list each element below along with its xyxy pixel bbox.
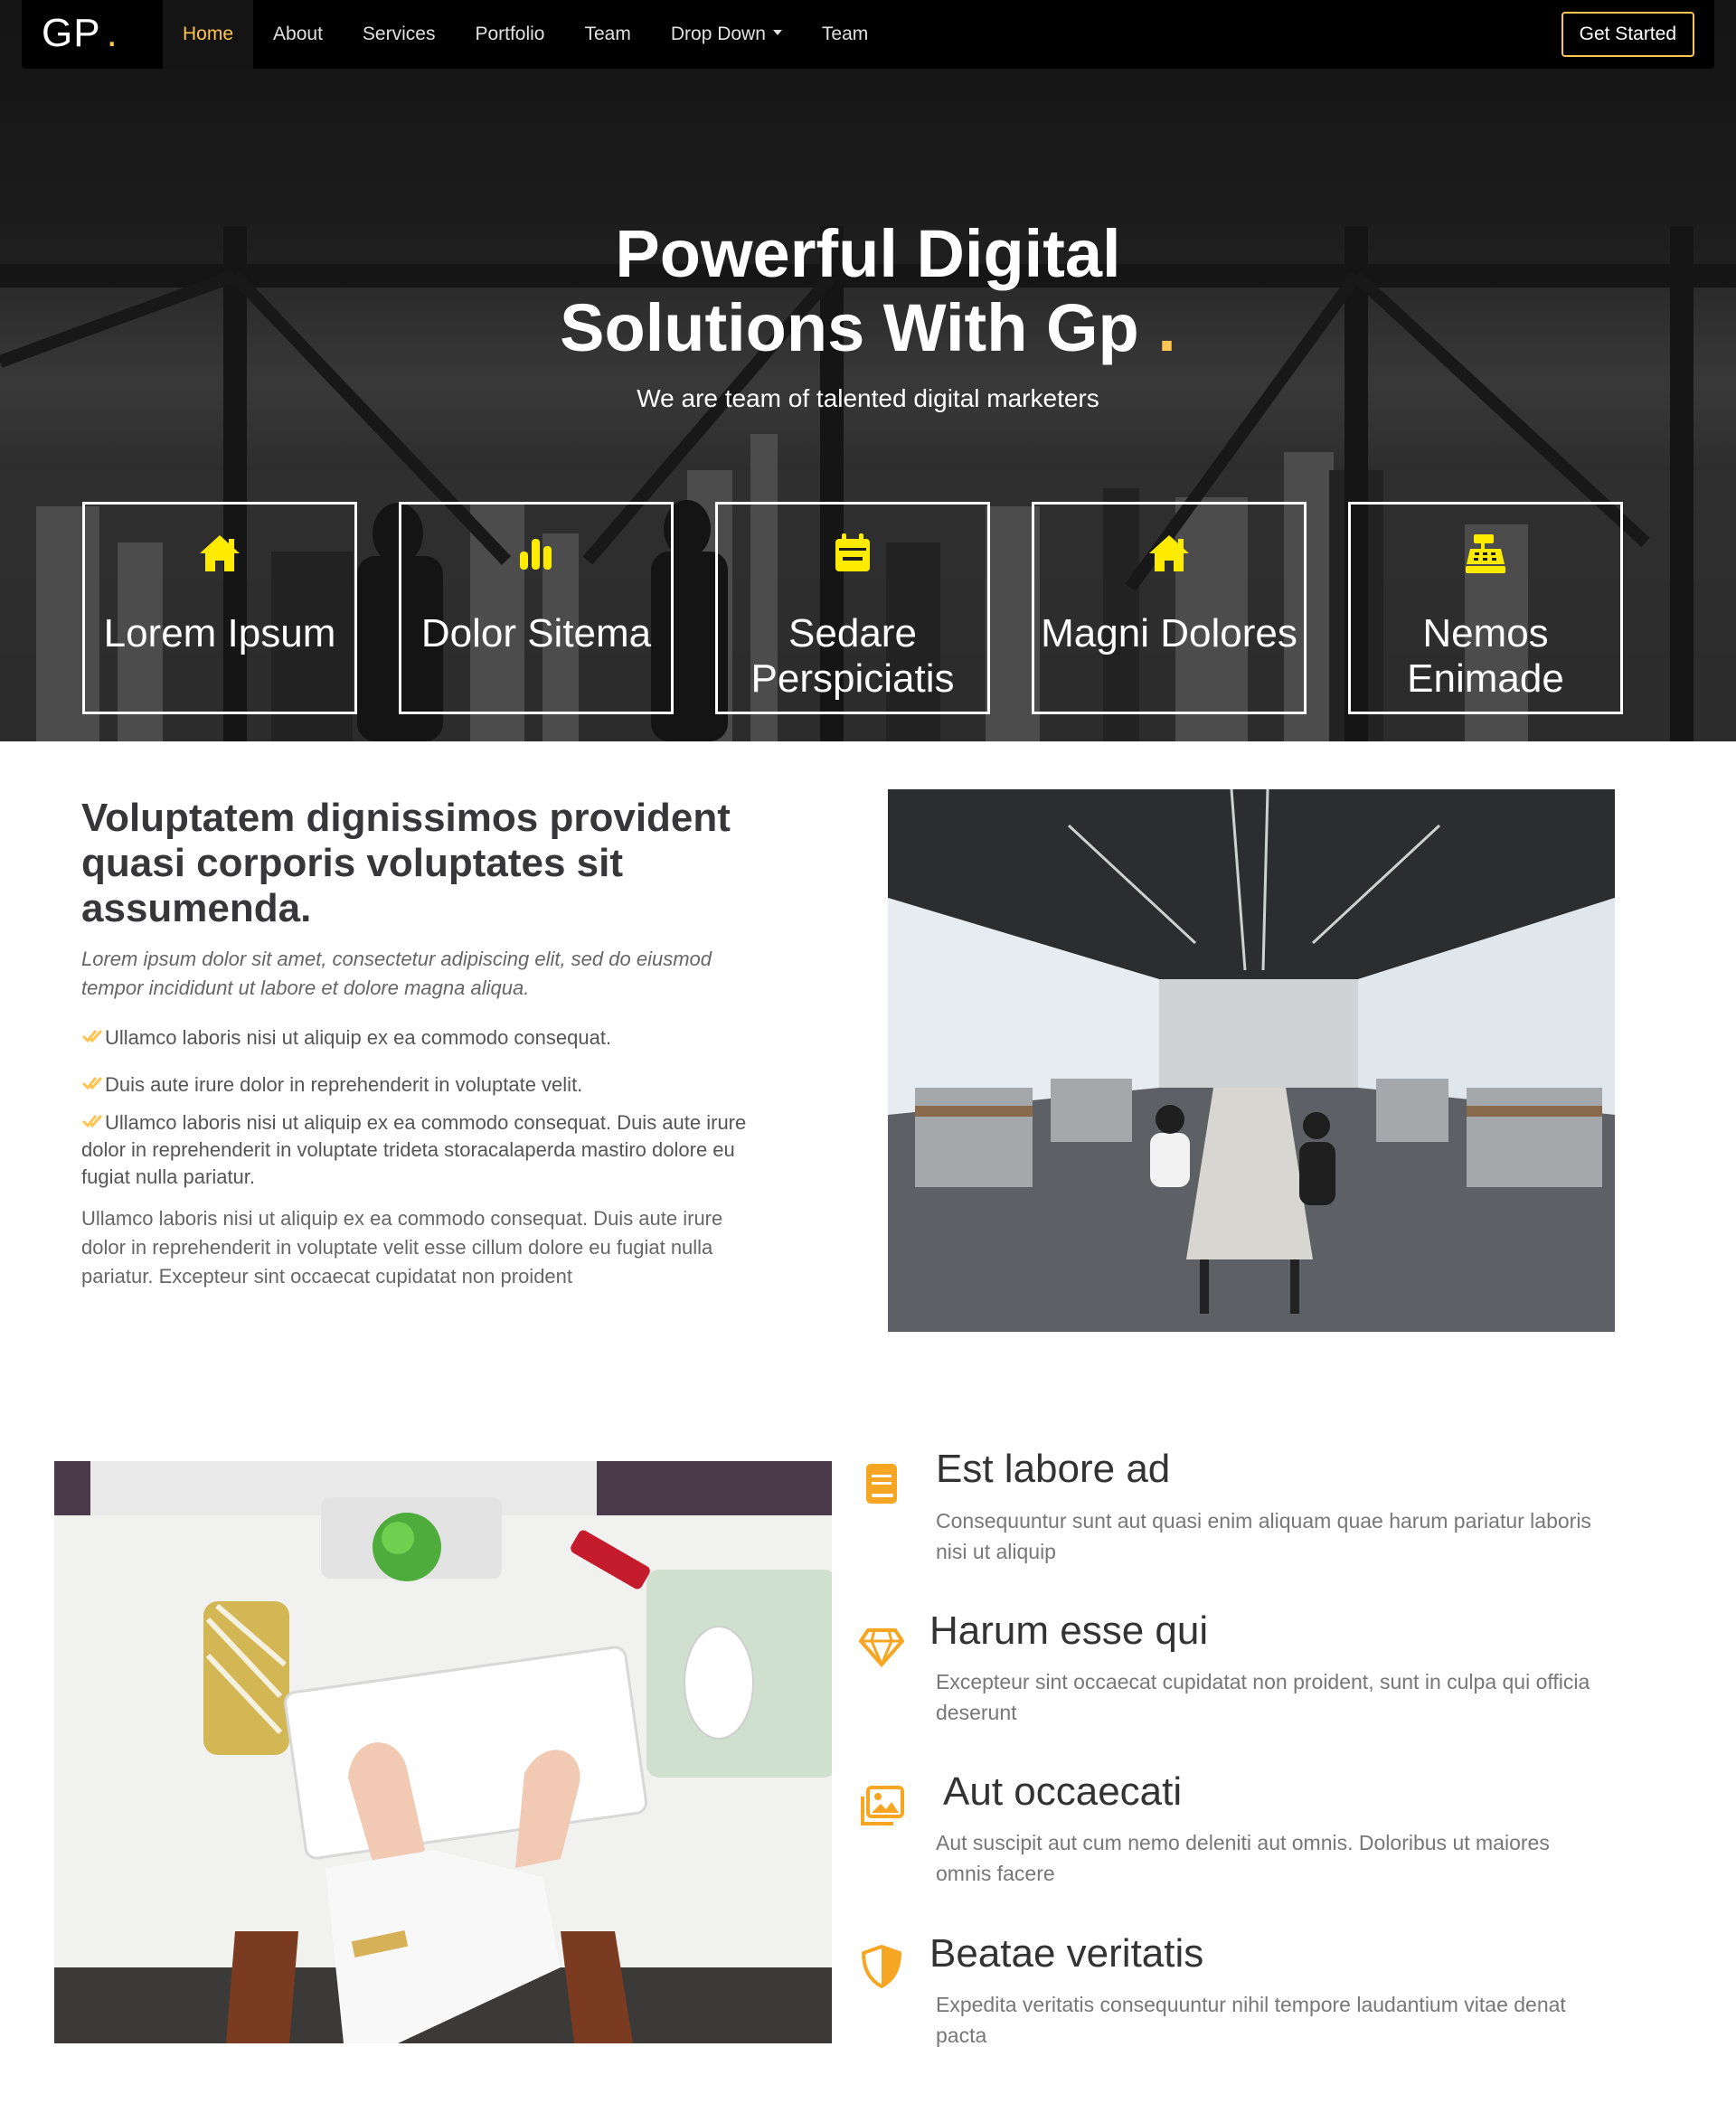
hero-title: Powerful Digital Solutions With Gp . xyxy=(560,216,1176,365)
desk-workspace-photo xyxy=(54,1461,832,2043)
feature-title: Beatae veritatis xyxy=(929,1931,1204,1976)
about-paragraph: Ullamco laboris nisi ut aliquip ex ea co… xyxy=(81,1207,723,1288)
home-icon xyxy=(1034,532,1304,575)
nav-services[interactable]: Services xyxy=(343,0,456,69)
feature-description: Consequuntur sunt aut quasi enim aliquam… xyxy=(936,1509,1591,1563)
feature-description: Expedita veritatis consequuntur nihil te… xyxy=(936,1993,1566,2047)
diamond-icon xyxy=(859,1628,904,1668)
feature-description: Excepteur sint occaecat cupidatat non pr… xyxy=(936,1670,1590,1724)
book-icon xyxy=(866,1464,897,1504)
feature-title: Est labore ad xyxy=(936,1447,1171,1491)
feature-title: Harum esse qui xyxy=(929,1608,1209,1653)
hero-box-lorem-ipsum[interactable]: Lorem Ipsum xyxy=(82,502,357,714)
nav-dropdown[interactable]: Drop Down xyxy=(651,0,802,69)
shield-icon xyxy=(862,1945,901,1988)
double-check-icon xyxy=(81,1114,103,1128)
hero-box-dolor-sitema[interactable]: Dolor Sitema xyxy=(399,502,674,714)
calendar-icon xyxy=(718,532,987,575)
feature-title: Aut occaecati xyxy=(943,1769,1183,1814)
images-icon xyxy=(861,1786,904,1825)
check-text: Ullamco laboris nisi ut aliquip ex ea co… xyxy=(105,1026,612,1049)
home-icon xyxy=(85,532,354,575)
nav-portfolio[interactable]: Portfolio xyxy=(455,0,564,69)
double-check-icon xyxy=(81,1076,103,1090)
hero-box-nemos-enimade[interactable]: Nemos Enimade xyxy=(1348,502,1623,714)
hero-box-title: Dolor Sitema xyxy=(420,611,652,656)
hero-box-title: Magni Dolores xyxy=(1041,611,1297,656)
check-text: Duis aute irure dolor in reprehenderit i… xyxy=(105,1073,583,1096)
check-text: Ullamco laboris nisi ut aliquip ex ea co… xyxy=(81,1111,747,1188)
nav-team-2[interactable]: Team xyxy=(802,0,888,69)
chevron-down-icon xyxy=(772,30,782,36)
nav-about[interactable]: About xyxy=(253,0,343,69)
check-list-item: Duis aute irure dolor in reprehenderit i… xyxy=(81,1071,750,1099)
cash-register-icon xyxy=(1351,532,1620,575)
about-title: Voluptatem dignissimos provident quasi c… xyxy=(81,796,731,930)
site-logo[interactable]: GP. xyxy=(42,11,118,56)
main-nav: Home About Services Portfolio Team Drop … xyxy=(163,0,888,69)
about-lead: Lorem ipsum dolor sit amet, consectetur … xyxy=(81,948,712,999)
office-photo xyxy=(888,789,1615,1332)
check-list-item: Ullamco laboris nisi ut aliquip ex ea co… xyxy=(81,1109,750,1191)
hero-subtitle: We are team of talented digital marketer… xyxy=(637,384,1099,412)
double-check-icon xyxy=(81,1029,103,1043)
hero-section: GP. Home About Services Portfolio Team D… xyxy=(0,0,1736,741)
bar-chart-icon xyxy=(401,532,671,575)
hero-box-sedare-perspiciatis[interactable]: Sedare Perspiciatis xyxy=(715,502,990,714)
get-started-button[interactable]: Get Started xyxy=(1561,12,1694,57)
hero-box-magni-dolores[interactable]: Magni Dolores xyxy=(1032,502,1307,714)
nav-home[interactable]: Home xyxy=(163,0,254,69)
feature-description: Aut suscipit aut cum nemo deleniti aut o… xyxy=(936,1831,1550,1885)
check-list-item: Ullamco laboris nisi ut aliquip ex ea co… xyxy=(81,1024,750,1052)
nav-dropdown-label: Drop Down xyxy=(670,24,766,44)
navbar: GP. Home About Services Portfolio Team D… xyxy=(22,0,1714,69)
hero-box-title: Sedare Perspiciatis xyxy=(750,611,955,701)
hero-box-title: Nemos Enimade xyxy=(1407,611,1564,701)
nav-team[interactable]: Team xyxy=(565,0,651,69)
hero-box-title: Lorem Ipsum xyxy=(103,611,336,656)
